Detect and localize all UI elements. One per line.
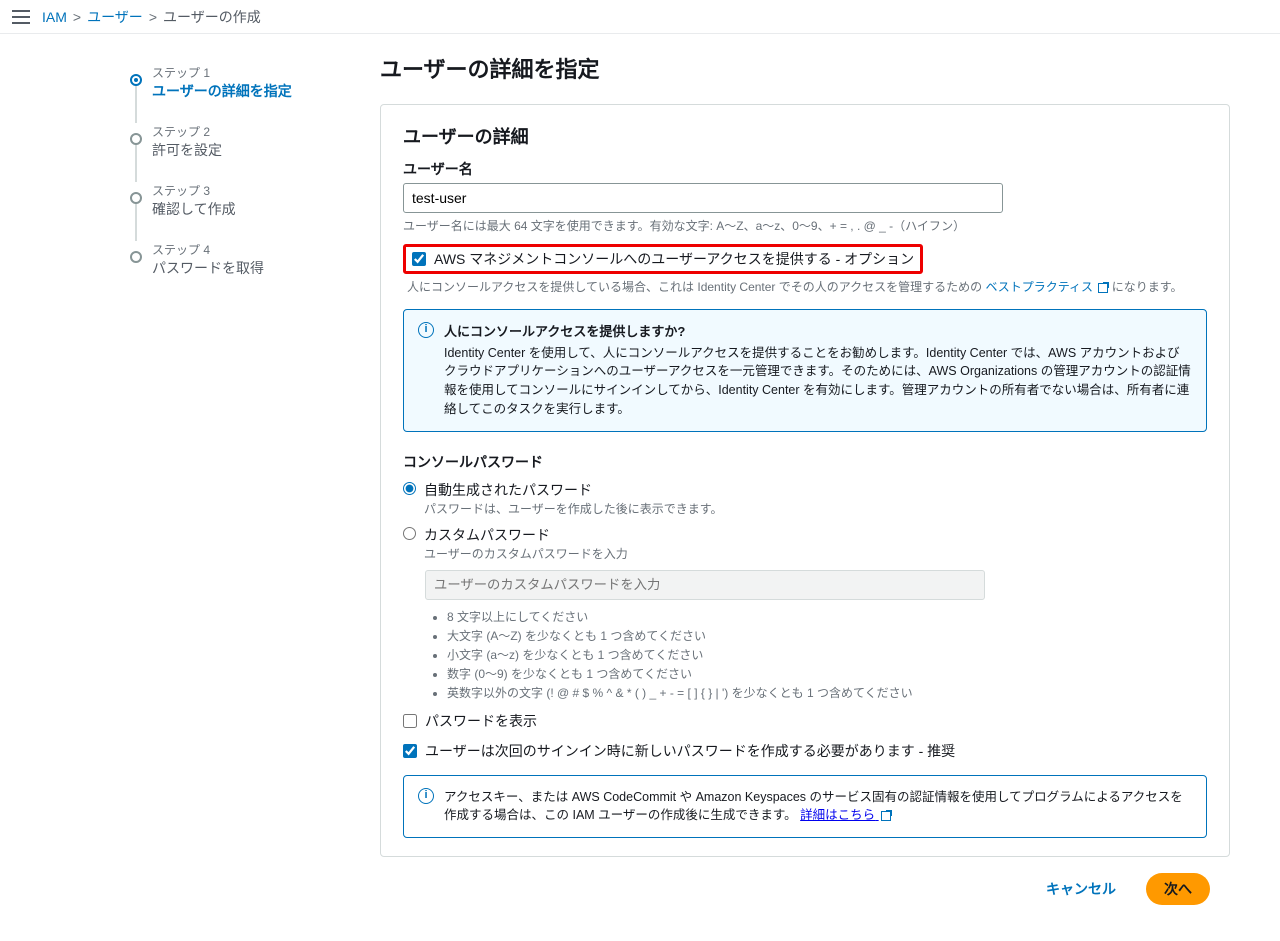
- user-details-panel: ユーザーの詳細 ユーザー名 ユーザー名には最大 64 文字を使用できます。有効な…: [380, 104, 1230, 857]
- page-title: ユーザーの詳細を指定: [380, 52, 1230, 84]
- step-label: ステップ 3: [152, 182, 320, 199]
- password-rule: 小文字 (a～z) を少なくとも 1 つ含めてください: [447, 646, 1207, 663]
- cancel-button[interactable]: キャンセル: [1028, 873, 1134, 905]
- external-link-icon: [1098, 283, 1108, 293]
- console-access-highlight: AWS マネジメントコンソールへのユーザーアクセスを提供する - オプション: [403, 244, 923, 274]
- auto-password-help: パスワードは、ユーザーを作成した後に表示できます。: [424, 500, 723, 517]
- step-indicator-icon: [130, 192, 142, 204]
- top-bar: IAM > ユーザー > ユーザーの作成: [0, 0, 1280, 34]
- must-reset-label: ユーザーは次回のサインイン時に新しいパスワードを作成する必要があります - 推奨: [425, 741, 955, 761]
- custom-password-input: [425, 570, 985, 600]
- step-label: ステップ 1: [152, 64, 320, 81]
- identity-center-info: i 人にコンソールアクセスを提供しますか? Identity Center を使…: [403, 309, 1207, 432]
- console-access-label: AWS マネジメントコンソールへのユーザーアクセスを提供する - オプション: [434, 249, 914, 269]
- step-title: 許可を設定: [152, 140, 320, 160]
- password-rule: 英数字以外の文字 (! @ # $ % ^ & * ( ) _ + - = [ …: [447, 684, 1207, 701]
- best-practice-link[interactable]: ベストプラクティス: [986, 280, 1109, 294]
- show-password-row: パスワードを表示: [403, 711, 1207, 731]
- step-indicator-icon: [130, 251, 142, 263]
- step-indicator-icon: [130, 133, 142, 145]
- learn-more-link[interactable]: 詳細はこちら: [800, 808, 891, 822]
- wizard-footer: キャンセル 次へ: [380, 857, 1230, 921]
- step-2[interactable]: ステップ 2 許可を設定: [130, 123, 320, 160]
- breadcrumb-current: ユーザーの作成: [163, 7, 261, 27]
- info-icon: i: [418, 788, 434, 804]
- step-3[interactable]: ステップ 3 確認して作成: [130, 182, 320, 219]
- username-input[interactable]: [403, 183, 1003, 213]
- username-label: ユーザー名: [403, 159, 1207, 179]
- breadcrumb: IAM > ユーザー > ユーザーの作成: [42, 7, 261, 27]
- custom-password-label: カスタムパスワード: [424, 525, 628, 545]
- show-password-checkbox[interactable]: [403, 714, 417, 728]
- must-reset-row: ユーザーは次回のサインイン時に新しいパスワードを作成する必要があります - 推奨: [403, 741, 1207, 761]
- info-icon: i: [418, 322, 434, 338]
- password-rule: 8 文字以上にしてください: [447, 608, 1207, 625]
- wizard-stepper: ステップ 1 ユーザーの詳細を指定 ステップ 2 許可を設定 ステップ 3 確認…: [130, 52, 320, 921]
- console-access-checkbox[interactable]: [412, 252, 426, 266]
- password-rule: 大文字 (A～Z) を少なくとも 1 つ含めてください: [447, 627, 1207, 644]
- username-help: ユーザー名には最大 64 文字を使用できます。有効な文字: A～Z、a～z、0～…: [403, 217, 1207, 234]
- step-title: パスワードを取得: [152, 258, 320, 278]
- auto-password-label: 自動生成されたパスワード: [424, 480, 723, 500]
- show-password-label: パスワードを表示: [425, 711, 537, 731]
- menu-icon[interactable]: [12, 10, 30, 24]
- custom-password-option[interactable]: カスタムパスワード ユーザーのカスタムパスワードを入力: [403, 525, 1207, 562]
- chevron-right-icon: >: [73, 9, 81, 25]
- custom-password-help: ユーザーのカスタムパスワードを入力: [424, 545, 628, 562]
- info-body: Identity Center を使用して、人にコンソールアクセスを提供すること…: [444, 346, 1191, 416]
- console-password-title: コンソールパスワード: [403, 452, 1207, 472]
- step-4[interactable]: ステップ 4 パスワードを取得: [130, 241, 320, 278]
- step-title: 確認して作成: [152, 199, 320, 219]
- password-rules: 8 文字以上にしてください 大文字 (A～Z) を少なくとも 1 つ含めてくださ…: [447, 608, 1207, 701]
- auto-password-radio[interactable]: [403, 482, 416, 495]
- auto-password-option[interactable]: 自動生成されたパスワード パスワードは、ユーザーを作成した後に表示できます。: [403, 480, 1207, 517]
- password-rule: 数字 (0～9) を少なくとも 1 つ含めてください: [447, 665, 1207, 682]
- custom-password-radio[interactable]: [403, 527, 416, 540]
- chevron-right-icon: >: [149, 9, 157, 25]
- step-1[interactable]: ステップ 1 ユーザーの詳細を指定: [130, 64, 320, 101]
- info-title: 人にコンソールアクセスを提供しますか?: [444, 322, 1192, 342]
- step-title: ユーザーの詳細を指定: [152, 81, 320, 101]
- next-button[interactable]: 次へ: [1146, 873, 1210, 905]
- console-access-help: 人にコンソールアクセスを提供している場合、これは Identity Center…: [407, 278, 1207, 295]
- breadcrumb-users[interactable]: ユーザー: [87, 7, 143, 27]
- step-indicator-icon: [130, 74, 142, 86]
- step-label: ステップ 4: [152, 241, 320, 258]
- external-link-icon: [881, 811, 891, 821]
- breadcrumb-iam[interactable]: IAM: [42, 9, 67, 25]
- access-key-info: i アクセスキー、または AWS CodeCommit や Amazon Key…: [403, 775, 1207, 839]
- must-reset-checkbox[interactable]: [403, 744, 417, 758]
- step-label: ステップ 2: [152, 123, 320, 140]
- panel-title: ユーザーの詳細: [403, 123, 1207, 149]
